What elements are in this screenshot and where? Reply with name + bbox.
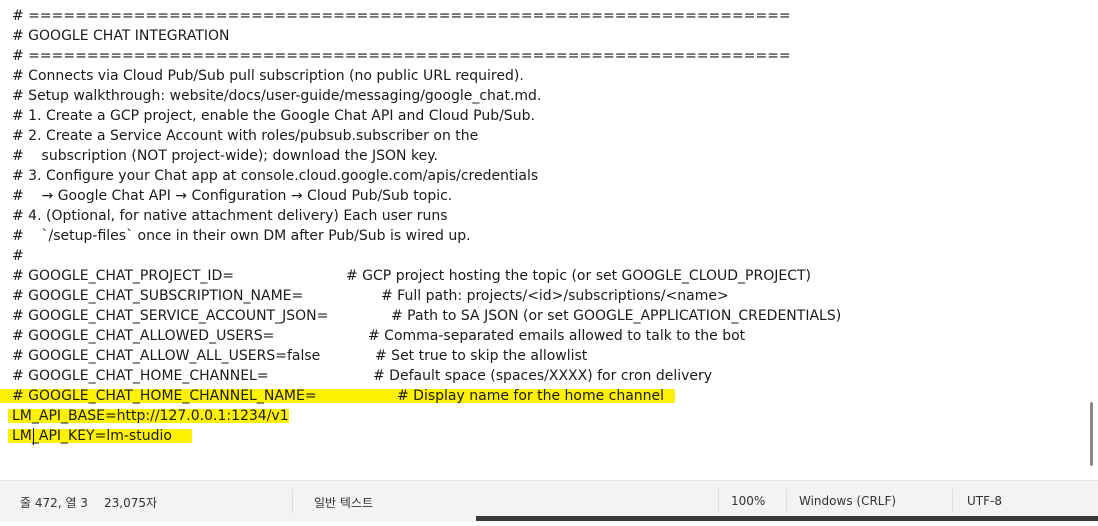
- text-line: # 2. Create a Service Account with roles…: [12, 128, 479, 144]
- text-line: LM_API_BASE=http://127.0.0.1:1234/v1: [12, 408, 289, 424]
- scrollbar-thumb[interactable]: [1090, 402, 1093, 466]
- config-key: # GOOGLE_CHAT_HOME_CHANNEL=: [12, 368, 269, 384]
- text-line: # → Google Chat API → Configuration → Cl…: [12, 188, 453, 204]
- text-line-highlighted: LM_API_BASE=http://127.0.0.1:1234/v1: [8, 406, 1078, 426]
- vertical-scrollbar[interactable]: [1084, 0, 1098, 480]
- config-comment: # Comma-separated emails allowed to talk…: [368, 328, 746, 344]
- editor-text[interactable]: # ======================================…: [0, 6, 1078, 446]
- divider: [952, 489, 953, 513]
- background-window-edge: [476, 516, 1098, 521]
- config-key: # GOOGLE_CHAT_ALLOW_ALL_USERS=false: [12, 348, 321, 364]
- character-count: 23,075자: [104, 496, 158, 510]
- text-caret: [33, 428, 34, 445]
- text-line: # 3. Configure your Chat app at console.…: [12, 168, 539, 184]
- config-key: # GOOGLE_CHAT_SERVICE_ACCOUNT_JSON=: [12, 308, 329, 324]
- config-key: # GOOGLE_CHAT_SUBSCRIPTION_NAME=: [12, 288, 304, 304]
- config-line: # GOOGLE_CHAT_ALLOW_ALL_USERS=false # Se…: [12, 346, 1078, 366]
- line-ending[interactable]: Windows (CRLF): [799, 494, 896, 508]
- encoding[interactable]: UTF-8: [967, 494, 1002, 508]
- text-line: # GOOGLE CHAT INTEGRATION: [12, 28, 230, 44]
- text-line: # subscription (NOT project-wide); downl…: [12, 148, 438, 164]
- divider: [292, 489, 293, 513]
- text-line: #: [12, 248, 24, 264]
- text-line-highlighted: LM_API_KEY=lm-studio: [8, 426, 1078, 446]
- config-line: # GOOGLE_CHAT_ALLOWED_USERS= # Comma-sep…: [12, 326, 1078, 346]
- config-key: # GOOGLE_CHAT_ALLOWED_USERS=: [12, 328, 275, 344]
- config-comment: # Path to SA JSON (or set GOOGLE_APPLICA…: [391, 308, 842, 324]
- text-line: LM_API_KEY=lm-studio: [12, 428, 172, 444]
- text-line: # 1. Create a GCP project, enable the Go…: [12, 108, 535, 124]
- config-comment: # Display name for the home channel: [397, 388, 665, 404]
- config-line: # GOOGLE_CHAT_SUBSCRIPTION_NAME= # Full …: [12, 286, 1078, 306]
- config-comment: # GCP project hosting the topic (or set …: [346, 268, 812, 284]
- text-line: # ======================================…: [12, 8, 791, 24]
- config-line: # GOOGLE_CHAT_PROJECT_ID= # GCP project …: [12, 266, 1078, 286]
- divider: [786, 489, 787, 513]
- config-comment: # Full path: projects/<id>/subscriptions…: [381, 288, 729, 304]
- config-line: # GOOGLE_CHAT_SERVICE_ACCOUNT_JSON= # Pa…: [12, 306, 1078, 326]
- config-key: # GOOGLE_CHAT_PROJECT_ID=: [12, 268, 235, 284]
- text-line: # 4. (Optional, for native attachment de…: [12, 208, 448, 224]
- cursor-position: 줄 472, 열 3: [20, 496, 88, 510]
- config-comment: # Default space (spaces/XXXX) for cron d…: [373, 368, 713, 384]
- text-line: # Connects via Cloud Pub/Sub pull subscr…: [12, 68, 524, 84]
- text-line: # Setup walkthrough: website/docs/user-g…: [12, 88, 542, 104]
- zoom-level[interactable]: 100%: [731, 494, 765, 508]
- config-line-highlighted: # GOOGLE_CHAT_HOME_CHANNEL_NAME= # Displ…: [0, 386, 1078, 406]
- config-comment: # Set true to skip the allowlist: [375, 348, 588, 364]
- text-format[interactable]: 일반 텍스트: [314, 494, 373, 511]
- text-line: # `/setup-files` once in their own DM af…: [12, 228, 471, 244]
- divider: [718, 489, 719, 513]
- config-line: # GOOGLE_CHAT_HOME_CHANNEL= # Default sp…: [12, 366, 1078, 386]
- text-line: # ======================================…: [12, 48, 791, 64]
- config-key: # GOOGLE_CHAT_HOME_CHANNEL_NAME=: [12, 388, 317, 404]
- text-editor-area[interactable]: # ======================================…: [0, 0, 1098, 480]
